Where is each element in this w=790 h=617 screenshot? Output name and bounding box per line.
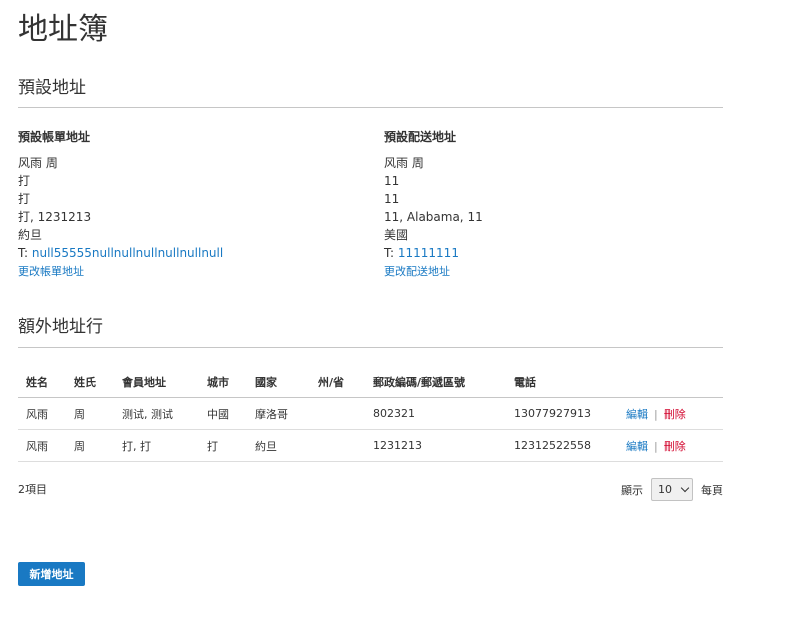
- chevron-down-icon: [680, 483, 690, 493]
- cell-phone: 12312522558: [506, 429, 618, 462]
- edit-address-link[interactable]: 編輯: [626, 408, 648, 421]
- column-header: 城市: [199, 366, 247, 398]
- phone-prefix: T:: [384, 246, 398, 260]
- per-page-label: 每頁: [701, 483, 723, 497]
- edit-address-link[interactable]: 編輯: [626, 440, 648, 453]
- shipping-line: 11: [384, 174, 400, 188]
- cell-street: 打, 打: [114, 429, 199, 462]
- column-header: 郵政編碼/郵遞區號: [365, 366, 506, 398]
- section-divider: [18, 107, 723, 108]
- cell-state: [310, 429, 365, 462]
- shipping-line: 11, Alabama, 11: [384, 210, 483, 224]
- column-header: 會員地址: [114, 366, 199, 398]
- additional-addresses-table: 姓名 姓氏 會員地址 城市 國家 州/省 郵政編碼/郵遞區號 電話 风雨 周 测…: [18, 366, 723, 462]
- cell-city: 中國: [199, 397, 247, 430]
- cell-state: [310, 397, 365, 430]
- default-shipping-address: 預設配送地址 风雨 周 11 11 11, Alabama, 11 美國 T: …: [384, 128, 483, 281]
- default-addresses-title: 預設地址: [18, 78, 86, 98]
- add-address-button[interactable]: 新增地址: [18, 562, 85, 586]
- show-label: 顯示: [621, 483, 643, 497]
- billing-line: 打, 1231213: [18, 210, 92, 224]
- table-row: 风雨 周 测试, 测试 中國 摩洛哥 802321 13077927913 編輯…: [18, 397, 723, 430]
- cell-last-name: 周: [66, 397, 114, 430]
- change-billing-address-link[interactable]: 更改帳單地址: [18, 265, 84, 278]
- cell-last-name: 周: [66, 429, 114, 462]
- change-shipping-address-link[interactable]: 更改配送地址: [384, 265, 450, 278]
- billing-line: 打: [18, 174, 31, 188]
- billing-name: 风雨 周: [18, 156, 58, 170]
- address-book-page: 地址簿 預設地址 預設帳單地址 风雨 周 打 打 打, 1231213 約旦 T…: [0, 0, 790, 617]
- cell-zip: 802321: [365, 397, 506, 430]
- actions-header: [618, 366, 723, 398]
- cell-city: 打: [199, 429, 247, 462]
- cell-first-name: 风雨: [18, 397, 66, 430]
- action-separator: |: [654, 439, 658, 453]
- cell-street: 测试, 测试: [114, 397, 199, 430]
- page-size-value: 10: [658, 483, 672, 496]
- billing-line: 打: [18, 192, 31, 206]
- column-header: 州/省: [310, 366, 365, 398]
- column-header: 姓名: [18, 366, 66, 398]
- billing-heading: 預設帳單地址: [18, 130, 91, 144]
- cell-zip: 1231213: [365, 429, 506, 462]
- page-size-select[interactable]: 10: [651, 478, 693, 501]
- column-header: 電話: [506, 366, 618, 398]
- section-divider: [18, 347, 723, 348]
- pager-limiter: 顯示 10 每頁: [621, 478, 723, 501]
- shipping-phone-link[interactable]: 11111111: [398, 246, 459, 260]
- shipping-phone-row: T: 11111111: [384, 244, 483, 262]
- additional-addresses-title: 額外地址行: [18, 317, 103, 337]
- shipping-line: 美國: [384, 228, 409, 242]
- column-header: 姓氏: [66, 366, 114, 398]
- billing-phone-row: T: null55555nullnullnullnullnullnull: [18, 244, 223, 262]
- phone-prefix: T:: [18, 246, 32, 260]
- page-title: 地址簿: [18, 12, 108, 47]
- action-separator: |: [654, 407, 658, 421]
- shipping-heading: 預設配送地址: [384, 130, 457, 144]
- billing-phone-link[interactable]: null55555nullnullnullnullnullnull: [32, 246, 223, 260]
- billing-line: 約旦: [18, 228, 43, 242]
- shipping-line: 11: [384, 192, 400, 206]
- cell-phone: 13077927913: [506, 397, 618, 430]
- cell-actions: 編輯 | 刪除: [618, 429, 723, 462]
- shipping-name: 风雨 周: [384, 156, 424, 170]
- cell-first-name: 风雨: [18, 429, 66, 462]
- table-row: 风雨 周 打, 打 打 約旦 1231213 12312522558 編輯 | 刪除: [18, 429, 723, 462]
- table-header-row: 姓名 姓氏 會員地址 城市 國家 州/省 郵政編碼/郵遞區號 電話: [18, 366, 723, 398]
- delete-address-link[interactable]: 刪除: [664, 408, 686, 421]
- default-billing-address: 預設帳單地址 风雨 周 打 打 打, 1231213 約旦 T: null555…: [18, 128, 223, 281]
- cell-country: 約旦: [247, 429, 310, 462]
- column-header: 國家: [247, 366, 310, 398]
- items-count: 2項目: [18, 483, 47, 496]
- cell-country: 摩洛哥: [247, 397, 310, 430]
- delete-address-link[interactable]: 刪除: [664, 440, 686, 453]
- cell-actions: 編輯 | 刪除: [618, 397, 723, 430]
